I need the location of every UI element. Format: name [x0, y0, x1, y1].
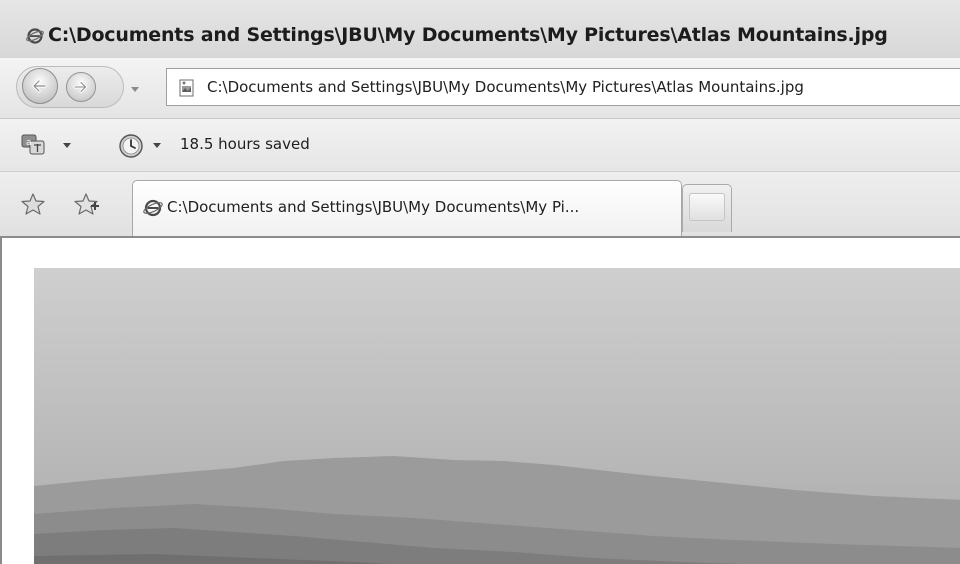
- tab-label: C:\Documents and Settings\JBU\My Documen…: [167, 198, 580, 216]
- new-tab-button[interactable]: [682, 184, 732, 232]
- forward-button[interactable]: [66, 72, 96, 102]
- image-file-icon: [179, 79, 194, 97]
- window-title: C:\Documents and Settings\JBU\My Documen…: [48, 24, 888, 46]
- tab-bar: C:\Documents and Settings\JBU\My Documen…: [0, 172, 960, 238]
- title-bar: C:\Documents and Settings\JBU\My Documen…: [0, 0, 960, 59]
- favorites-star-icon[interactable]: [20, 192, 46, 216]
- forward-arrow-icon: [73, 81, 87, 93]
- ie-icon: [26, 28, 44, 44]
- tab-active[interactable]: C:\Documents and Settings\JBU\My Documen…: [132, 180, 682, 236]
- recent-pages-dropdown-icon[interactable]: [128, 82, 142, 96]
- page-content: [0, 238, 960, 564]
- translate-dropdown-icon[interactable]: [62, 140, 72, 150]
- new-tab-icon: [689, 193, 725, 221]
- svg-text:a: a: [26, 138, 32, 148]
- address-bar[interactable]: C:\Documents and Settings\JBU\My Documen…: [166, 68, 960, 106]
- add-favorites-icon[interactable]: [74, 192, 100, 216]
- ie-icon: [143, 199, 163, 217]
- translate-icon[interactable]: a: [20, 133, 46, 157]
- navigation-bar: C:\Documents and Settings\JBU\My Documen…: [0, 58, 960, 119]
- back-arrow-icon: [32, 79, 47, 93]
- back-button[interactable]: [22, 68, 58, 104]
- command-bar: a 18.5 hours saved: [0, 119, 960, 172]
- address-text: C:\Documents and Settings\JBU\My Documen…: [207, 78, 804, 96]
- atlas-mountains-photo: [34, 268, 960, 564]
- clock-icon[interactable]: [118, 133, 144, 159]
- clock-dropdown-icon[interactable]: [152, 140, 162, 150]
- hours-saved-text: 18.5 hours saved: [180, 135, 310, 153]
- browser-window: C:\Documents and Settings\JBU\My Documen…: [0, 0, 960, 564]
